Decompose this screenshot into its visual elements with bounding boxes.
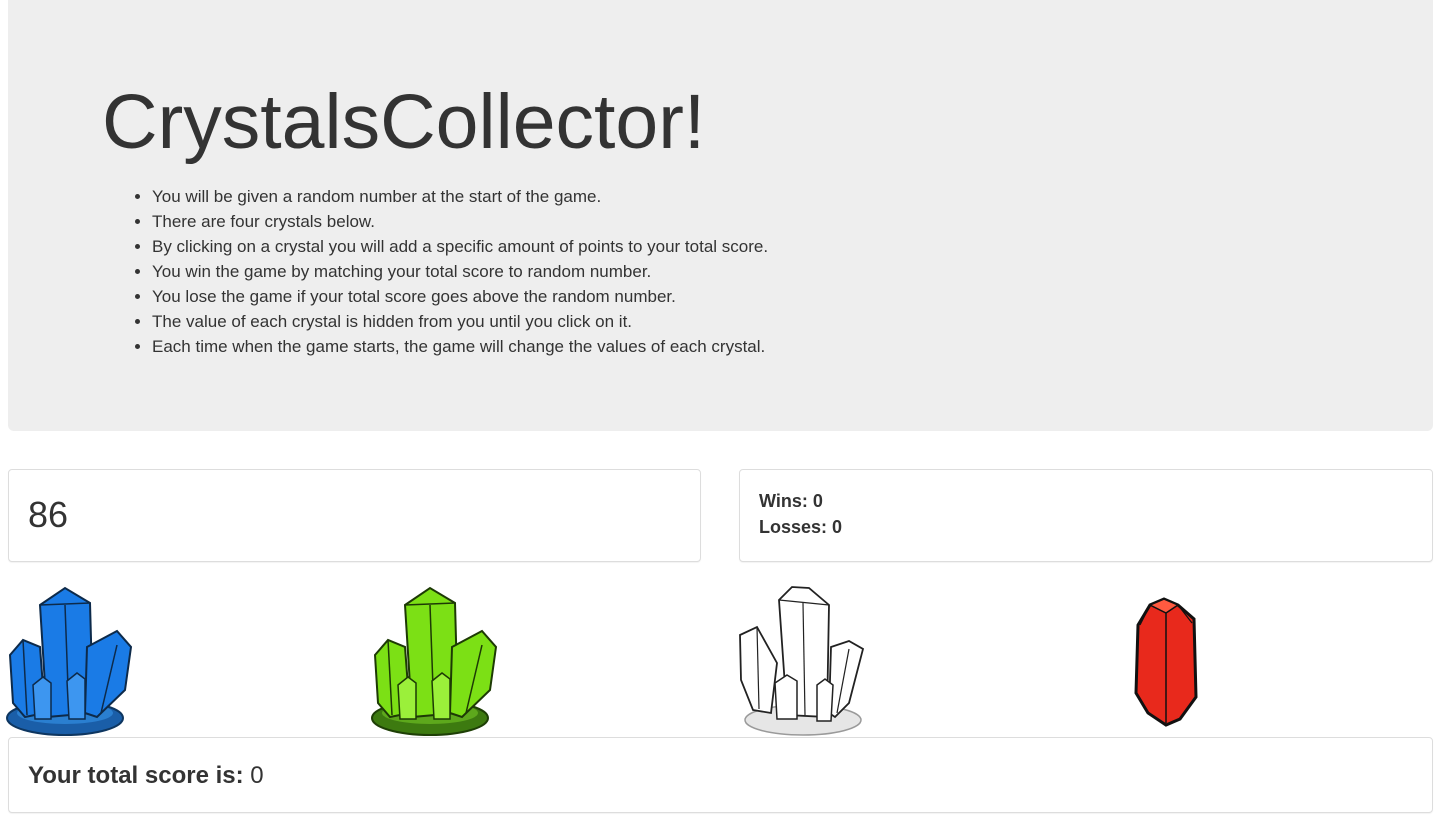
target-number: 86 [28, 494, 69, 535]
crystal-button-green[interactable] [370, 585, 500, 738]
wins-counter: Wins: 0 [759, 490, 823, 512]
header-jumbotron: CrystalsCollector! You will be given a r… [8, 0, 1433, 431]
page-title: CrystalsCollector! [102, 79, 706, 165]
green-crystal-cluster-icon [371, 586, 498, 736]
target-number-panel: 86 [8, 469, 701, 562]
total-score-value: 0 [250, 762, 264, 789]
rule-item: You lose the game if your total score go… [152, 284, 768, 309]
rule-item: By clicking on a crystal you will add a … [152, 234, 768, 259]
crystal-button-red[interactable] [1118, 585, 1218, 738]
rule-item: You win the game by matching your total … [152, 259, 768, 284]
wins-value: 0 [812, 491, 823, 511]
rule-item: There are four crystals below. [152, 209, 768, 234]
rules-list: You will be given a random number at the… [112, 184, 768, 359]
total-score-panel: Your total score is: 0 [8, 737, 1433, 813]
rule-item: Each time when the game starts, the game… [152, 334, 768, 359]
total-score-label: Your total score is: [28, 762, 244, 789]
losses-label: Losses: [759, 517, 828, 537]
losses-counter: Losses: 0 [759, 516, 842, 538]
wins-label: Wins: [759, 491, 808, 511]
rule-item: The value of each crystal is hidden from… [152, 309, 768, 334]
crystal-button-blue[interactable] [5, 585, 135, 738]
rule-item: You will be given a random number at the… [152, 184, 768, 209]
blue-crystal-cluster-icon [6, 586, 133, 736]
losses-value: 0 [832, 517, 843, 537]
red-crystal-icon [1134, 597, 1198, 727]
crystal-button-white[interactable] [737, 585, 867, 738]
white-crystal-cluster-icon [739, 586, 865, 736]
total-score: Your total score is: 0 [28, 762, 264, 790]
stats-panel [739, 469, 1433, 562]
